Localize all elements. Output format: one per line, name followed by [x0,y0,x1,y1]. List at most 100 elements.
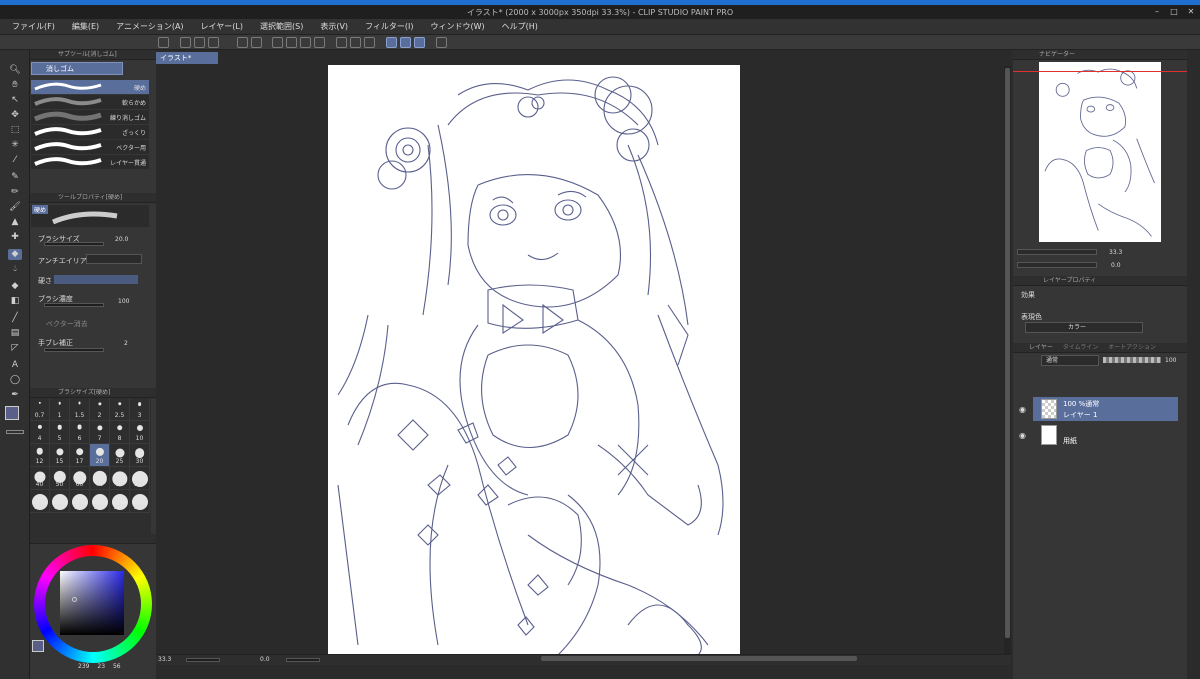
move-layer-tool-icon[interactable]: ✥ [9,110,21,121]
brush-size-cell[interactable]: 170 [70,490,90,513]
airbrush-tool-icon[interactable]: ▲ [9,217,21,228]
color-saturation-square[interactable] [60,571,124,635]
zoom-slider[interactable] [186,658,220,662]
brush-size-cell[interactable]: 150 [50,490,70,513]
navigator-zoom-value[interactable]: 33.3 [1109,249,1122,256]
redo-icon[interactable] [251,37,262,48]
blend-tool-icon[interactable]: 💧︎ [9,264,21,275]
brush-size-cell[interactable]: 250 [110,490,130,513]
paper-visibility-eye-icon[interactable]: ◉ [1019,431,1026,440]
subtool-item[interactable]: 軟らかめ [31,95,149,109]
blend-mode-dropdown[interactable]: 通常 [1041,355,1099,366]
frame-tool-icon[interactable]: ▤ [9,328,21,339]
brush-size-cell[interactable]: 20 [90,444,110,467]
panel-main-color-swatch[interactable] [32,640,44,652]
brush-size-value[interactable]: 20.0 [115,236,128,243]
brush-size-cell[interactable]: 7 [90,421,110,444]
open-file-icon[interactable] [194,37,205,48]
fill-icon[interactable] [300,37,311,48]
eyedropper-tool-icon[interactable]: ⁄ [9,155,21,166]
menu-filter[interactable]: フィルター(I) [365,21,413,32]
opacity-slider[interactable] [1103,357,1161,363]
rotate-slider[interactable] [286,658,320,662]
brush-size-slider[interactable] [44,242,104,246]
correct-line-tool-icon[interactable]: ✒ [9,390,21,401]
transform-icon[interactable] [314,37,325,48]
main-color-swatch[interactable] [5,406,19,420]
pen-tool-icon[interactable]: ✎ [9,172,21,183]
ruler-tool-icon[interactable]: ◸ [9,343,21,354]
help-icon[interactable] [436,37,447,48]
menu-animation[interactable]: アニメーション(A) [116,21,183,32]
brush-size-cell[interactable]: 40 [30,467,50,490]
navigator-rotate-slider[interactable] [1017,262,1097,268]
artwork-canvas[interactable] [328,65,740,655]
close-button[interactable]: ✕ [1184,8,1198,16]
brush-size-cell[interactable]: 10 [130,421,150,444]
selection-tool-icon[interactable]: ⬚ [9,125,21,136]
menu-window[interactable]: ウィンドウ(W) [431,21,485,32]
canvas-zoom-value[interactable]: 33.3 [158,656,171,663]
opacity-value[interactable]: 100 [1165,357,1176,364]
layer-visibility-eye-icon[interactable]: ◉ [1019,405,1026,414]
menu-selection[interactable]: 選択範囲(S) [260,21,303,32]
save-icon[interactable] [208,37,219,48]
brush-size-cell[interactable]: 50 [50,467,70,490]
clear-icon[interactable] [272,37,283,48]
antialias-selector[interactable] [86,254,142,264]
brush-size-cell[interactable]: 1 [50,398,70,421]
minimize-button[interactable]: – [1150,8,1164,16]
undo-icon[interactable] [237,37,248,48]
eraser-tool-icon[interactable]: ◆ [8,249,22,260]
color-wheel[interactable] [34,545,152,663]
snap-grid-icon[interactable] [414,37,425,48]
maximize-button[interactable]: □ [1167,8,1181,16]
brush-density-slider[interactable] [44,303,104,307]
navigator-zoom-slider[interactable] [1017,249,1097,255]
brush-size-cell[interactable]: 4 [30,421,50,444]
subtool-item[interactable]: ベクター用 [31,140,149,154]
brush-size-cell[interactable]: 200 [90,490,110,513]
vertical-scrollbar[interactable] [1004,66,1011,654]
brush-size-cell[interactable]: 1.5 [70,398,90,421]
layer-row[interactable]: 100 %通常 レイヤー 1 [1033,397,1178,421]
clip-studio-icon[interactable] [158,37,169,48]
clear-outside-icon[interactable] [286,37,297,48]
expression-color-dropdown[interactable]: カラー [1025,322,1143,333]
figure-tool-icon[interactable]: ╱ [9,313,21,324]
tab-layer[interactable]: レイヤー [1029,344,1053,351]
brush-size-cell[interactable]: 25 [110,444,130,467]
brush-size-cell[interactable]: 8 [110,421,130,444]
navigator-preview[interactable] [1039,62,1161,242]
brush-size-cell[interactable]: 17 [70,444,90,467]
brush-size-cell[interactable]: 15 [50,444,70,467]
menu-layer[interactable]: レイヤー(L) [201,21,243,32]
menu-file[interactable]: ファイル(F) [12,21,55,32]
zoom-tool-icon[interactable]: 🔍︎ [9,65,21,76]
brush-size-cell[interactable]: 100 [130,467,150,490]
brush-size-cell[interactable]: 80 [110,467,130,490]
brush-size-cell[interactable]: 2.5 [110,398,130,421]
canvas-angle-value[interactable]: 0.0 [260,656,270,663]
brush-tool-icon[interactable]: 🖌︎ [9,202,21,213]
document-tab[interactable]: イラスト* [156,52,218,64]
vertical-scroll-thumb[interactable] [1005,68,1010,638]
decoration-tool-icon[interactable]: ✚ [9,232,21,243]
snap-special-ruler-icon[interactable] [400,37,411,48]
transparent-color-icon[interactable] [6,430,24,434]
invert-selection-icon[interactable] [350,37,361,48]
brush-size-cell[interactable]: 300 [130,490,150,513]
gradient-tool-icon[interactable]: ◧ [9,296,21,307]
horizontal-scrollbar[interactable] [541,656,857,661]
balloon-tool-icon[interactable]: ◯ [9,375,21,386]
text-tool-icon[interactable]: A [9,360,21,371]
fill-tool-icon[interactable]: ◆ [9,281,21,292]
subtool-item[interactable]: 硬め [31,80,149,94]
menu-help[interactable]: ヘルプ(H) [502,21,538,32]
navigator-angle-value[interactable]: 0.0 [1111,262,1121,269]
menu-view[interactable]: 表示(V) [320,21,348,32]
brush-density-value[interactable]: 100 [118,298,129,305]
stabilization-value[interactable]: 2 [124,340,128,347]
layer-row[interactable]: 用紙 [1033,423,1178,447]
brush-size-cell[interactable]: 70 [90,467,110,490]
